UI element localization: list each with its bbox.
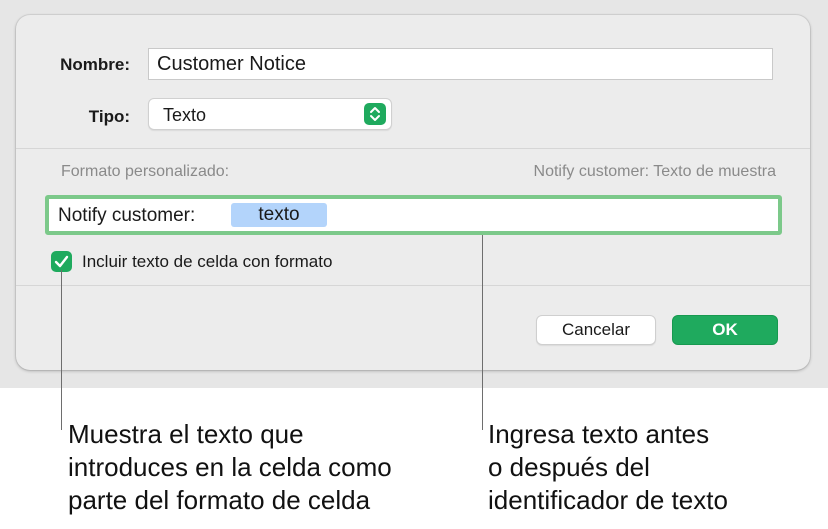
custom-format-label: Formato personalizado: (61, 163, 230, 180)
separator-bottom (16, 285, 810, 286)
callout-left-line-1: Muestra el texto que (68, 419, 304, 449)
text-token[interactable]: texto (231, 203, 327, 227)
custom-format-field[interactable]: Notify customer: texto (45, 195, 782, 235)
type-popup-value: Texto (163, 105, 207, 125)
name-field[interactable]: Customer Notice (148, 48, 773, 80)
custom-format-dialog: Nombre: Customer Notice Tipo: Texto Form… (16, 15, 810, 370)
separator-top (16, 148, 810, 149)
format-preview: Notify customer: Texto de muestra (533, 163, 776, 180)
callout-line-left (61, 270, 62, 430)
format-prefix-text: Notify customer: (58, 205, 196, 226)
callout-right-line-2: o después del (488, 452, 650, 482)
chevron-updown-icon (364, 103, 386, 125)
callout-left: Muestra el texto que introduces en la ce… (68, 418, 392, 517)
checkmark-icon (54, 255, 69, 268)
type-popup[interactable]: Texto (148, 98, 392, 130)
cancel-button[interactable]: Cancelar (536, 315, 656, 345)
callout-left-line-3: parte del formato de celda (68, 485, 371, 515)
type-label: Tipo: (88, 107, 130, 126)
include-cell-text-checkbox[interactable] (51, 251, 72, 272)
callout-right: Ingresa texto antes o después del identi… (488, 418, 728, 517)
callout-line-right (482, 235, 483, 430)
callout-right-line-3: identificador de texto (488, 485, 728, 515)
callout-right-line-1: Ingresa texto antes (488, 419, 710, 449)
ok-button[interactable]: OK (672, 315, 778, 345)
name-label: Nombre: (60, 55, 130, 74)
callout-left-line-2: introduces en la celda como (68, 452, 392, 482)
include-cell-text-label: Incluir texto de celda con formato (82, 252, 333, 271)
stage: Nombre: Customer Notice Tipo: Texto Form… (0, 0, 828, 529)
